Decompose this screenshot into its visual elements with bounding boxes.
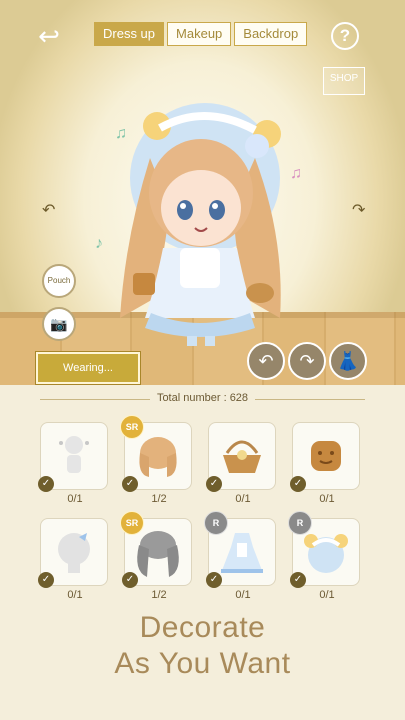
item-slot-hair-gray[interactable]: SR ✓ 1/2 (120, 511, 194, 601)
redo-icon[interactable]: ↷ (288, 342, 326, 380)
shop-button[interactable]: SHOP (323, 67, 365, 95)
wearing-button[interactable]: Wearing... (36, 352, 140, 384)
dressup-stage: ♫ ♫ ♪ ↩ Dress up Makeup Backdrop ? SHOP … (0, 0, 405, 385)
item-slot-basket[interactable]: ✓ 0/1 (206, 422, 278, 505)
item-card: ✓ (38, 518, 108, 588)
item-slot-dress[interactable]: R ✓ 0/1 (204, 511, 278, 601)
item-slot-face[interactable]: ✓ 0/1 (38, 422, 110, 505)
checkmark-icon: ✓ (290, 572, 306, 588)
item-count: 0/1 (319, 493, 335, 505)
item-card: R ✓ (288, 511, 360, 588)
item-slot-biscuit[interactable]: ✓ 0/1 (290, 422, 362, 505)
item-count: 0/1 (67, 493, 83, 505)
slogan-line-1: Decorate (139, 611, 266, 644)
outfit-icon[interactable]: 👗 (329, 342, 367, 380)
divider-right (255, 399, 365, 400)
item-card: ✓ (290, 422, 360, 492)
checkmark-icon: ✓ (206, 572, 222, 588)
svg-text:♫: ♫ (115, 125, 127, 142)
character-avatar[interactable]: ♫ ♫ ♪ (95, 98, 305, 358)
checkmark-icon: ✓ (122, 572, 138, 588)
item-card: ✓ (206, 422, 276, 492)
item-count: 0/1 (319, 589, 335, 601)
total-number: Total number : 628 (156, 392, 249, 404)
rotate-right-icon[interactable]: ↷ (352, 200, 365, 220)
item-slot-head[interactable]: ✓ 0/1 (38, 518, 110, 601)
item-count: 1/2 (151, 589, 167, 601)
slogan: Decorate As You Want (0, 610, 405, 682)
checkmark-icon: ✓ (206, 476, 222, 492)
back-arrow-icon[interactable]: ↩ (34, 23, 64, 49)
svg-text:♪: ♪ (95, 235, 103, 252)
item-count: 0/1 (235, 589, 251, 601)
item-count: 1/2 (151, 493, 167, 505)
tab-dress-up[interactable]: Dress up (94, 22, 165, 46)
checkmark-icon: ✓ (290, 476, 306, 492)
checkmark-icon: ✓ (122, 476, 138, 492)
rotate-left-icon[interactable]: ↶ (42, 200, 55, 220)
item-slot-hair[interactable]: SR ✓ 1/2 (120, 415, 194, 505)
camera-icon[interactable]: 📷 (42, 307, 76, 341)
pouch-button[interactable]: Pouch (42, 264, 76, 298)
checkmark-icon: ✓ (38, 572, 54, 588)
item-card: ✓ (38, 422, 108, 492)
tab-makeup[interactable]: Makeup (167, 22, 232, 46)
help-icon[interactable]: ? (331, 22, 359, 50)
svg-text:♫: ♫ (290, 165, 302, 182)
tab-backdrop[interactable]: Backdrop (234, 22, 308, 46)
undo-icon[interactable]: ↶ (247, 342, 285, 380)
checkmark-icon: ✓ (38, 476, 54, 492)
item-count: 0/1 (67, 589, 83, 601)
item-card: SR ✓ (120, 511, 192, 588)
item-card: SR ✓ (120, 415, 192, 492)
item-card: R ✓ (204, 511, 276, 588)
category-tabs: Dress up Makeup Backdrop (94, 22, 310, 46)
item-slot-headband[interactable]: R ✓ 0/1 (288, 511, 362, 601)
item-count: 0/1 (235, 493, 251, 505)
slogan-line-2: As You Want (114, 647, 291, 680)
